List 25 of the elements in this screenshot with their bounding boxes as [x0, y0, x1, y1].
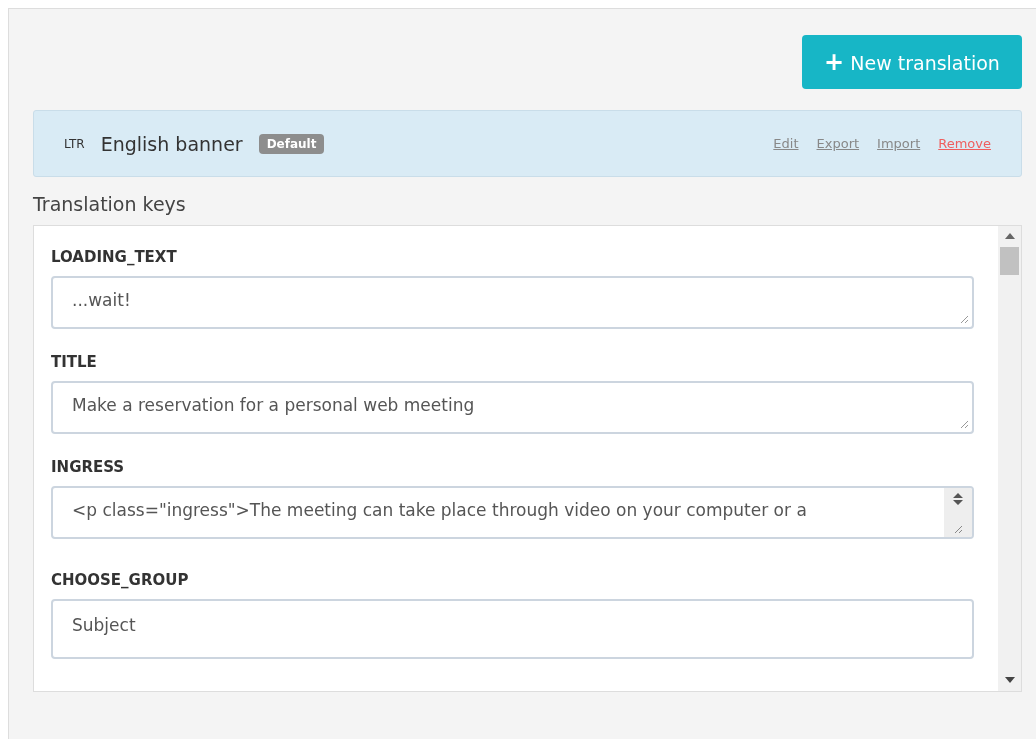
text-area[interactable]: <p class="ingress">The meeting can take place through video on your computer or a	[51, 486, 974, 539]
resize-grip-icon	[959, 419, 969, 429]
scrollbar[interactable]	[998, 226, 1021, 691]
direction-label: LTR	[64, 136, 85, 151]
scroll-up-icon[interactable]	[1004, 233, 1015, 239]
scrollbar-thumb[interactable]	[1000, 247, 1019, 275]
action-link[interactable]: Import	[877, 136, 921, 151]
key-label: TITLE	[51, 353, 98, 371]
spin-arrows-icon	[952, 492, 964, 506]
key-label: INGRESS	[51, 458, 126, 476]
resize-grip-icon	[959, 314, 969, 324]
section-heading: Translation keys	[33, 192, 187, 217]
input-field[interactable]: Subject	[51, 599, 974, 659]
action-link[interactable]: Export	[816, 136, 860, 151]
default-badge: Default	[258, 133, 325, 154]
scroll-down-icon[interactable]	[1004, 677, 1015, 683]
key-label: LOADING_TEXT	[51, 248, 178, 266]
resize-grip-icon	[953, 524, 963, 534]
action-link[interactable]: Edit	[773, 136, 799, 151]
new-translation-button[interactable]: + New translation	[802, 35, 1022, 89]
key-label: CHOOSE_GROUP	[51, 571, 190, 589]
text-area[interactable]: Make a reservation for a personal web meeting	[51, 381, 974, 434]
translation-name: English banner	[100, 132, 243, 155]
text-area[interactable]: ...wait!	[51, 276, 974, 329]
action-link[interactable]: Remove	[938, 136, 991, 151]
